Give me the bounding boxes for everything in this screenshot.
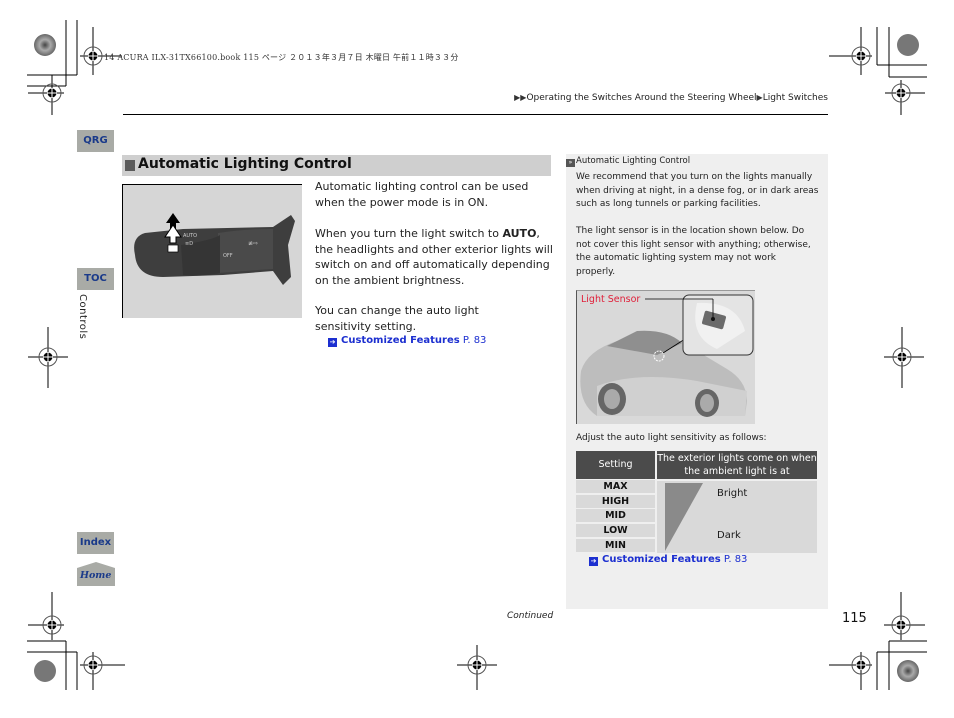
lever-label-auto: AUTO bbox=[183, 233, 197, 239]
customized-features-link[interactable]: ➔ Customized Features P. 83 bbox=[328, 335, 486, 347]
paragraph-sensitivity: You can change the auto light sensitivit… bbox=[315, 304, 479, 333]
link-arrow-icon: ➔ bbox=[589, 557, 598, 566]
print-header: 14 ACURA ILX-31TX66100.book 115 ページ ２０１３… bbox=[104, 53, 459, 62]
link-arrow-icon: ➔ bbox=[328, 338, 337, 347]
setting-row-low: LOW bbox=[576, 524, 655, 537]
toc-tab[interactable]: TOC bbox=[77, 268, 114, 290]
registration-mark-br bbox=[829, 592, 927, 690]
light-switch-figure: AUTO OFF ≡D ≢⇨ bbox=[122, 184, 302, 318]
side-customized-features-link[interactable]: ➔ Customized Features P. 83 bbox=[589, 554, 747, 566]
light-sensor-label: Light Sensor bbox=[581, 294, 640, 305]
adjust-sensitivity-text: Adjust the auto light sensitivity as fol… bbox=[576, 433, 767, 443]
side-note-para1: We recommend that you turn on the lights… bbox=[576, 172, 819, 209]
svg-text:≢⇨: ≢⇨ bbox=[248, 240, 258, 247]
scale-dark-label: Dark bbox=[717, 530, 741, 541]
section-label-controls: Controls bbox=[77, 294, 88, 340]
continued-label: Continued bbox=[507, 611, 554, 621]
paragraph-auto: When you turn the light switch to AUTO, … bbox=[315, 227, 553, 287]
registration-mark-left bbox=[28, 327, 68, 388]
breadcrumb: ▶▶Operating the Switches Around the Stee… bbox=[514, 93, 828, 103]
registration-mark-tl bbox=[27, 20, 122, 115]
setting-row-mid: MID bbox=[576, 509, 655, 522]
header-setting: Setting bbox=[576, 451, 655, 479]
lever-label-off: OFF bbox=[223, 253, 233, 259]
home-label: Home bbox=[80, 570, 112, 581]
setting-row-max: MAX bbox=[576, 480, 655, 493]
note-double-arrow-icon: » bbox=[566, 159, 575, 167]
setting-row-min: MIN bbox=[576, 539, 655, 552]
header-divider bbox=[123, 114, 828, 115]
ambient-light-scale: Bright Dark bbox=[657, 481, 817, 553]
svg-text:≡D: ≡D bbox=[185, 241, 193, 247]
page-number: 115 bbox=[842, 611, 867, 626]
registration-mark-tr bbox=[829, 27, 927, 115]
registration-mark-bl bbox=[27, 592, 125, 690]
page-title: Automatic Lighting Control bbox=[138, 156, 352, 172]
registration-mark-bottom bbox=[457, 645, 497, 690]
setting-row-high: HIGH bbox=[576, 495, 655, 508]
light-sensor-figure: Light Sensor bbox=[576, 290, 755, 424]
header-ambient-light: The exterior lights come on when the amb… bbox=[657, 451, 817, 479]
side-note-para2: The light sensor is in the location show… bbox=[576, 226, 811, 277]
paragraph-intro: Automatic lighting control can be used w… bbox=[315, 180, 529, 209]
scale-bright-label: Bright bbox=[717, 488, 748, 499]
auto-keyword: AUTO bbox=[502, 227, 537, 240]
section-square-icon bbox=[125, 160, 135, 171]
side-note-title: » Automatic Lighting Control bbox=[566, 156, 690, 167]
qrg-tab[interactable]: QRG bbox=[77, 130, 114, 152]
breadcrumb-item-light-switches[interactable]: Light Switches bbox=[763, 93, 828, 103]
home-tab[interactable]: Home bbox=[77, 562, 115, 586]
breadcrumb-arrow-icon: ▶▶ bbox=[514, 93, 527, 102]
index-tab[interactable]: Index bbox=[77, 532, 114, 554]
registration-mark-right bbox=[884, 327, 924, 388]
breadcrumb-item-operating-switches[interactable]: Operating the Switches Around the Steeri… bbox=[526, 93, 756, 103]
brightness-wedge-icon bbox=[665, 483, 703, 551]
section-title-bar: Automatic Lighting Control bbox=[122, 155, 551, 176]
